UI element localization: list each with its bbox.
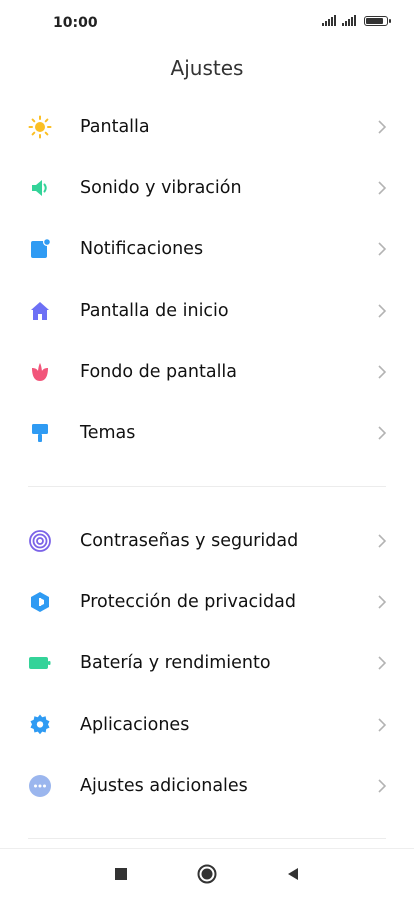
- signal-icon: [322, 15, 336, 26]
- back-button[interactable]: [282, 863, 304, 885]
- settings-item-ajustes-adicionales[interactable]: Ajustes adicionales: [0, 755, 414, 816]
- settings-item-pantalla[interactable]: Pantalla: [0, 96, 414, 157]
- recent-apps-button[interactable]: [110, 863, 132, 885]
- chevron-right-icon: [378, 426, 387, 440]
- gear-icon: [28, 713, 52, 737]
- chevron-right-icon: [378, 120, 387, 134]
- status-time: 10:00: [53, 15, 98, 31]
- settings-item-aplicaciones[interactable]: Aplicaciones: [0, 694, 414, 755]
- status-icons: [322, 15, 391, 26]
- chevron-right-icon: [378, 242, 387, 256]
- tulip-icon: [28, 360, 52, 384]
- settings-item-label: Aplicaciones: [80, 714, 190, 735]
- chevron-right-icon: [378, 656, 387, 670]
- settings-item-label: Pantalla: [80, 116, 150, 137]
- sun-icon: [28, 115, 52, 139]
- settings-item-label: Contraseñas y seguridad: [80, 530, 299, 551]
- signal-icon: [342, 15, 356, 26]
- page-title: Ajustes: [170, 56, 244, 80]
- settings-item-pantalla-inicio[interactable]: Pantalla de inicio: [0, 280, 414, 341]
- settings-group-2: Contraseñas y seguridad Protección de pr…: [0, 510, 414, 816]
- home-icon: [28, 299, 52, 323]
- settings-item-notificaciones[interactable]: Notificaciones: [0, 219, 414, 280]
- home-button[interactable]: [196, 863, 218, 885]
- chevron-right-icon: [378, 717, 387, 732]
- settings-item-privacidad[interactable]: Protección de privacidad: [0, 571, 414, 632]
- fingerprint-icon: [28, 529, 52, 553]
- settings-item-sonido[interactable]: Sonido y vibración: [0, 157, 414, 218]
- settings-item-label: Fondo de pantalla: [80, 361, 238, 382]
- status-bar: 10:00: [0, 0, 414, 46]
- paint-brush-icon: [28, 421, 52, 445]
- section-divider: [28, 838, 386, 839]
- settings-item-label: Notificaciones: [80, 239, 204, 260]
- settings-item-contrasenas[interactable]: Contraseñas y seguridad: [0, 510, 414, 571]
- speaker-icon: [28, 176, 52, 200]
- settings-item-bateria[interactable]: Batería y rendimiento: [0, 633, 414, 694]
- settings-item-label: Protección de privacidad: [80, 591, 296, 612]
- settings-item-label: Batería y rendimiento: [80, 653, 271, 674]
- circle-icon: [197, 864, 217, 884]
- settings-item-temas[interactable]: Temas: [0, 402, 414, 463]
- chevron-right-icon: [378, 534, 387, 548]
- settings-group-1: Pantalla Sonido y vibración Notificacion…: [0, 96, 414, 464]
- settings-item-label: Pantalla de inicio: [80, 300, 229, 321]
- chevron-right-icon: [378, 303, 387, 318]
- settings-item-label: Temas: [80, 423, 136, 444]
- shield-icon: [28, 590, 52, 614]
- square-icon: [115, 868, 127, 880]
- battery-level-fill: [366, 18, 383, 24]
- back-triangle-icon: [288, 868, 298, 880]
- settings-item-fondo[interactable]: Fondo de pantalla: [0, 341, 414, 402]
- battery-status-icon: [364, 16, 391, 26]
- chevron-right-icon: [378, 779, 387, 793]
- settings-item-label: Sonido y vibración: [80, 177, 242, 198]
- navigation-bar: [0, 848, 414, 898]
- chevron-right-icon: [378, 595, 387, 609]
- settings-item-label: Ajustes adicionales: [80, 775, 248, 796]
- notification-icon: [28, 237, 52, 261]
- battery-icon: [28, 651, 52, 675]
- more-icon: [28, 774, 52, 798]
- chevron-right-icon: [378, 365, 387, 379]
- chevron-right-icon: [378, 181, 387, 195]
- section-divider: [28, 486, 386, 487]
